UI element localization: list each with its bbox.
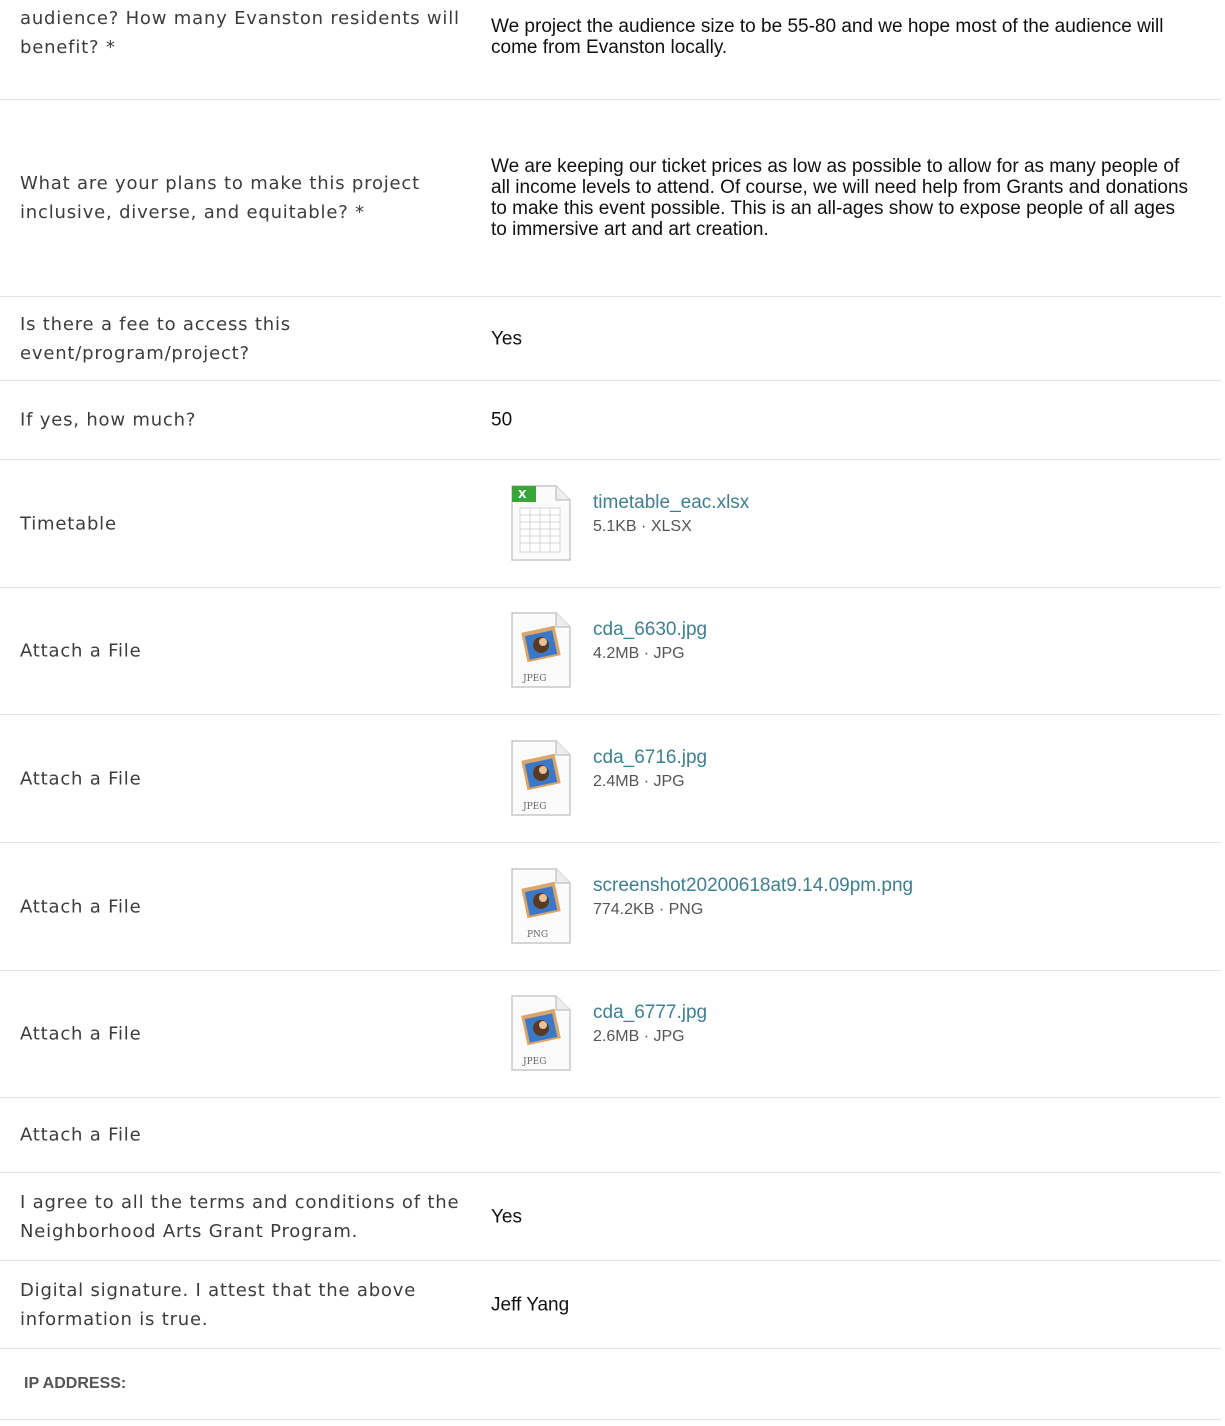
row-attach-file: Attach a File JPEG cda_6777.jpg 2.6MB · … bbox=[0, 971, 1221, 1098]
row-fee: Is there a fee to access this event/prog… bbox=[0, 297, 1221, 381]
file-meta: 2.4MB · JPG bbox=[593, 773, 685, 791]
file-attachment[interactable]: PNG screenshot20200618at9.14.09pm.png 77… bbox=[510, 867, 1210, 947]
image-file-icon: JPEG bbox=[511, 739, 571, 816]
field-label: Attach a File bbox=[20, 1124, 142, 1146]
image-file-icon: JPEG bbox=[511, 612, 571, 688]
file-type: JPG bbox=[653, 1028, 685, 1045]
file-attachment[interactable]: X timetable_eac.xlsx 5.1KB · XLSX bbox=[510, 484, 1210, 564]
file-size: 774.2KB bbox=[593, 900, 655, 918]
ip-address-label: IP ADDRESS: bbox=[24, 1375, 127, 1392]
field-value: Jeff Yang bbox=[491, 1294, 570, 1315]
field-value: Yes bbox=[491, 1206, 522, 1227]
file-size: 2.6MB bbox=[593, 1028, 640, 1045]
meta-separator: · bbox=[641, 517, 647, 535]
svg-text:X: X bbox=[518, 488, 527, 501]
file-link[interactable]: timetable_eac.xlsx bbox=[593, 492, 749, 514]
file-size: 2.4MB bbox=[593, 772, 640, 790]
field-label: Is there a fee to access this event/prog… bbox=[20, 313, 291, 364]
field-label: Attach a File bbox=[20, 768, 142, 789]
row-attach-file: Attach a File PNG screenshot20200618at9.… bbox=[0, 843, 1221, 971]
file-type: XLSX bbox=[650, 517, 692, 535]
field-value: Yes bbox=[491, 328, 522, 349]
file-meta: 5.1KB · XLSX bbox=[593, 518, 692, 536]
field-label: If yes, how much? bbox=[20, 409, 197, 431]
field-label: audience? How many Evanston residents wi… bbox=[20, 8, 460, 58]
row-timetable: Timetable X timetable_eac.xlsx 5.1KB · X… bbox=[0, 460, 1221, 588]
field-value: We project the audience size to be 55-80… bbox=[491, 16, 1164, 58]
file-badge: JPEG bbox=[522, 802, 546, 812]
file-type: JPG bbox=[653, 772, 685, 790]
field-label: Attach a File bbox=[20, 896, 142, 917]
meta-separator: · bbox=[643, 772, 650, 790]
row-ip-address: IP ADDRESS: bbox=[0, 1349, 1221, 1420]
file-meta: 2.6MB · JPG bbox=[593, 1028, 685, 1046]
meta-separator: · bbox=[643, 1028, 650, 1045]
row-attach-file-empty: Attach a File bbox=[0, 1098, 1221, 1173]
field-label: I agree to all the terms and conditions … bbox=[20, 1191, 460, 1242]
file-badge: JPEG bbox=[522, 1057, 546, 1067]
file-link[interactable]: cda_6630.jpg bbox=[593, 619, 707, 641]
file-size: 4.2MB bbox=[593, 645, 640, 662]
row-audience: audience? How many Evanston residents wi… bbox=[0, 0, 1221, 100]
row-terms: I agree to all the terms and conditions … bbox=[0, 1173, 1221, 1261]
file-attachment[interactable]: JPEG cda_6630.jpg 4.2MB · JPG bbox=[510, 611, 1210, 691]
meta-separator: · bbox=[658, 900, 665, 918]
row-attach-file: Attach a File JPEG cda_6716.jpg 2.4MB · … bbox=[0, 715, 1221, 843]
file-link[interactable]: screenshot20200618at9.14.09pm.png bbox=[593, 875, 913, 897]
file-link[interactable]: cda_6777.jpg bbox=[593, 1002, 707, 1024]
row-fee-amount: If yes, how much? 50 bbox=[0, 381, 1221, 460]
file-type: PNG bbox=[668, 900, 704, 918]
file-attachment[interactable]: JPEG cda_6777.jpg 2.6MB · JPG bbox=[510, 994, 1210, 1074]
file-badge: JPEG bbox=[522, 674, 546, 684]
image-file-icon: PNG bbox=[511, 867, 571, 944]
file-badge: PNG bbox=[527, 930, 548, 940]
meta-separator: · bbox=[643, 645, 650, 662]
field-value: 50 bbox=[491, 409, 513, 431]
field-label: What are your plans to make this project… bbox=[20, 173, 420, 223]
file-meta: 774.2KB · PNG bbox=[593, 901, 703, 919]
row-signature: Digital signature. I attest that the abo… bbox=[0, 1261, 1221, 1349]
field-label: Attach a File bbox=[20, 1023, 142, 1045]
file-type: JPG bbox=[653, 645, 685, 662]
file-size: 5.1KB bbox=[593, 517, 637, 535]
row-attach-file: Attach a File JPEG cda_6630.jpg 4.2MB · … bbox=[0, 588, 1221, 715]
field-label: Timetable bbox=[20, 513, 117, 534]
file-meta: 4.2MB · JPG bbox=[593, 645, 685, 663]
spreadsheet-file-icon: X bbox=[511, 484, 571, 561]
file-link[interactable]: cda_6716.jpg bbox=[593, 747, 707, 769]
file-attachment[interactable]: JPEG cda_6716.jpg 2.4MB · JPG bbox=[510, 739, 1210, 819]
row-inclusive: What are your plans to make this project… bbox=[0, 100, 1221, 297]
field-label: Attach a File bbox=[20, 640, 142, 662]
field-label: Digital signature. I attest that the abo… bbox=[20, 1279, 417, 1330]
field-value: We are keeping our ticket prices as low … bbox=[491, 156, 1189, 240]
image-file-icon: JPEG bbox=[511, 995, 571, 1071]
